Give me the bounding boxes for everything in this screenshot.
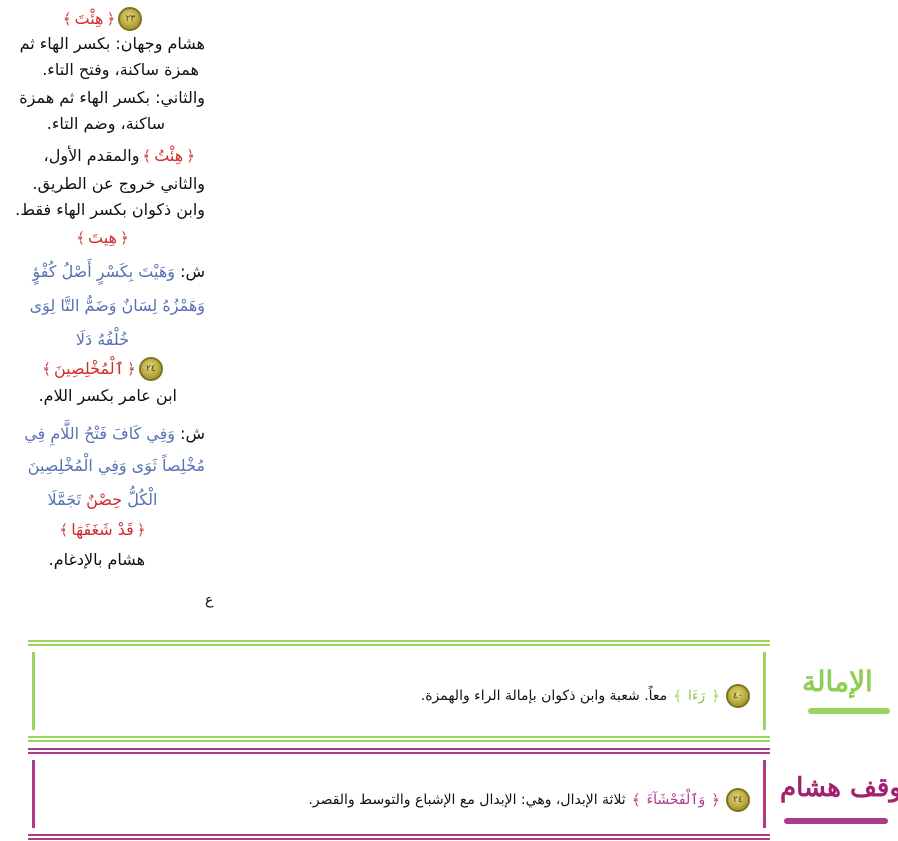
ornament-icon: ﴿ bbox=[136, 521, 146, 539]
verse-code: حِصْنٌ bbox=[86, 490, 123, 509]
ornament-icon: ﴿ bbox=[711, 791, 720, 809]
verse-line: وَهَمْزُهُ لِسَانٌ وَضَمُّ التَّا لِوَى bbox=[29, 296, 205, 315]
imala-word: رَءَا bbox=[687, 688, 706, 704]
headword: هِيتَ bbox=[88, 228, 117, 247]
heading-flourish bbox=[808, 708, 890, 714]
verse-prefix: ش: bbox=[180, 424, 205, 443]
verse-number-medallion: ٤٠ bbox=[726, 684, 750, 708]
verse-text: الْكُلُّ bbox=[127, 490, 158, 509]
text-fragment: والمقدم الأول، bbox=[43, 146, 140, 165]
heading-flourish bbox=[784, 818, 888, 824]
headword-row: ﴿ هِئْتُ ﴾ والمقدم الأول، bbox=[44, 146, 195, 166]
text-line: هشام بالإدغام. bbox=[48, 550, 145, 569]
imala-text: معاً. شعبة وابن ذكوان بإمالة الراء والهم… bbox=[420, 688, 668, 704]
text-line: والثاني: بكسر الهاء ثم همزة bbox=[19, 88, 205, 107]
verse-line: الْكُلُّ حِصْنٌ تَجَمَّلَا bbox=[0, 490, 205, 510]
ornament-icon: ﴾ bbox=[42, 360, 51, 378]
ornament-icon: ﴿ bbox=[186, 147, 195, 165]
ornament-icon: ﴿ bbox=[106, 10, 116, 28]
ornament-icon: ﴾ bbox=[142, 147, 152, 165]
verse-number-medallion: ٢٤ bbox=[726, 788, 750, 812]
ornament-icon: ﴾ bbox=[631, 791, 641, 809]
verse-line: ش: وَهَيْتَ بِكَسْرٍ أَصْلُ كُفْؤٍ bbox=[33, 262, 206, 282]
verse-number-medallion: ٢٤ bbox=[138, 357, 163, 381]
verse-line: خُلْفُهُ دَلَا bbox=[75, 330, 130, 349]
imala-heading: الإمالة bbox=[802, 665, 873, 698]
headword: هِئْتَ bbox=[74, 9, 104, 28]
verse-line: مُخْلِصاً ثَوَى وَفِي الْمُخْلِصِينَ bbox=[27, 456, 205, 475]
headword: هِئْتُ bbox=[154, 146, 184, 165]
ornament-icon: ﴿ bbox=[711, 687, 720, 705]
headword: قَدْ شَغَفَهَا bbox=[71, 520, 134, 539]
headword-row: ٢٣ ﴿ هِئْتَ ﴾ bbox=[0, 6, 205, 31]
verse-text: تَجَمَّلَا bbox=[47, 490, 82, 509]
verse-text: وَفِي كَافَ فَتْحُ اللَّامِ فِي bbox=[24, 424, 175, 443]
text-line: هشام وجهان: بكسر الهاء ثم bbox=[19, 34, 205, 53]
ornament-icon: ﴾ bbox=[673, 687, 682, 705]
headword-row: ٢٤ ﴿ ٱلْمُخْلِصِينَ ﴾ bbox=[0, 356, 205, 381]
text-line: ساكنة، وضم التاء. bbox=[46, 114, 165, 133]
text-line: وابن ذكوان بكسر الهاء فقط. bbox=[15, 200, 205, 219]
text-line: همزة ساكنة، وفتح التاء. bbox=[42, 60, 199, 79]
ornament-icon: ﴾ bbox=[76, 229, 85, 247]
ornament-icon: ﴿ bbox=[119, 229, 129, 247]
ornament-icon: ﴾ bbox=[62, 10, 72, 28]
verse-text: وَهَيْتَ بِكَسْرٍ أَصْلُ كُفْؤٍ bbox=[32, 262, 175, 281]
waqf-text: ثلاثة الإبدال، وهي: الإبدال مع الإشباع و… bbox=[308, 792, 626, 808]
text-line: ابن عامر بكسر اللام. bbox=[38, 386, 177, 405]
imala-line: ٤٠ ﴿ رَءَا ﴾ معاً. شعبة وابن ذكوان بإمال… bbox=[421, 684, 750, 708]
verse-number-medallion: ٢٣ bbox=[118, 7, 143, 31]
ornament-icon: ﴾ bbox=[59, 521, 69, 539]
waqf-heading: وقف هشام bbox=[780, 773, 898, 803]
waqf-line: ٢٤ ﴿ وَٱلْفَحْشَآءَ ﴾ ثلاثة الإبدال، وهي… bbox=[308, 788, 750, 812]
waqf-frame: ٢٤ ﴿ وَٱلْفَحْشَآءَ ﴾ ثلاثة الإبدال، وهي… bbox=[28, 748, 770, 840]
headword: ٱلْمُخْلِصِينَ bbox=[53, 359, 124, 378]
verse-prefix: ش: bbox=[180, 262, 205, 281]
waqf-word: وَٱلْفَحْشَآءَ bbox=[646, 792, 706, 808]
headword-row: ﴿ قَدْ شَغَفَهَا ﴾ bbox=[0, 520, 205, 540]
text-line: والثاني خروج عن الطريق. bbox=[32, 174, 205, 193]
imala-frame: ٤٠ ﴿ رَءَا ﴾ معاً. شعبة وابن ذكوان بإمال… bbox=[28, 640, 770, 742]
page-mark: ع bbox=[205, 592, 214, 608]
verse-line: ش: وَفِي كَافَ فَتْحُ اللَّامِ فِي bbox=[24, 424, 205, 444]
ornament-icon: ﴿ bbox=[127, 360, 136, 378]
headword-row: ﴿ هِيتَ ﴾ bbox=[0, 228, 205, 248]
